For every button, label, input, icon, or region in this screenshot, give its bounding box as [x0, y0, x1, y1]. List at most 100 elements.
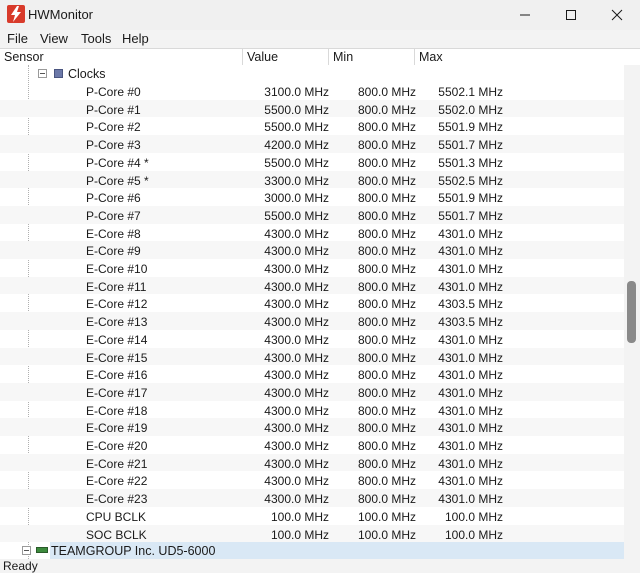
column-sensor[interactable]: Sensor	[0, 49, 243, 65]
window-title: HWMonitor	[28, 7, 94, 22]
sensor-value: 100.0 MHz	[270, 527, 329, 542]
sensor-row[interactable]: P-Core #0 3100.0 MHz 800.0 MHz 5502.1 MHz	[0, 82, 624, 100]
sensor-row[interactable]: P-Core #3 4200.0 MHz 800.0 MHz 5501.7 MHz	[0, 135, 624, 153]
maximize-button[interactable]	[548, 0, 594, 30]
sensor-min: 800.0 MHz	[357, 368, 416, 383]
sensor-row[interactable]: E-Core #21 4300.0 MHz 800.0 MHz 4301.0 MHz	[0, 453, 624, 472]
sensor-min: 800.0 MHz	[357, 120, 416, 135]
sensor-min: 800.0 MHz	[357, 421, 416, 436]
hwmonitor-lightning-icon	[7, 5, 25, 23]
device-teamgroup[interactable]: TEAMGROUP Inc. UD5-6000	[0, 542, 624, 559]
column-max[interactable]: Max	[415, 49, 640, 65]
sensor-row[interactable]: E-Core #18 4300.0 MHz 800.0 MHz 4301.0 MHz	[0, 401, 624, 419]
sensor-value: 4300.0 MHz	[264, 279, 329, 294]
sensor-name: E-Core #14	[86, 332, 148, 347]
sensor-row[interactable]: P-Core #4 * 5500.0 MHz 800.0 MHz 5501.3 MHz	[0, 153, 624, 171]
sensor-min: 800.0 MHz	[357, 155, 416, 170]
sensor-row[interactable]: E-Core #11 4300.0 MHz 800.0 MHz 4301.0 MHz	[0, 276, 624, 295]
sensor-max: 100.0 MHz	[444, 509, 503, 524]
sensor-name: P-Core #5 *	[86, 173, 149, 188]
menu-tools[interactable]: Tools	[81, 31, 111, 46]
vertical-scrollbar[interactable]	[624, 65, 640, 559]
sensor-row[interactable]: P-Core #7 5500.0 MHz 800.0 MHz 5501.7 MHz	[0, 205, 624, 224]
sensor-row[interactable]: P-Core #1 5500.0 MHz 800.0 MHz 5502.0 MHz	[0, 99, 624, 118]
sensor-value: 3000.0 MHz	[264, 191, 329, 206]
sensor-value: 4300.0 MHz	[264, 297, 329, 312]
sensor-value: 4300.0 MHz	[264, 474, 329, 489]
sensor-max: 4301.0 MHz	[438, 492, 503, 507]
sensor-name: P-Core #2	[86, 120, 141, 135]
menu-view[interactable]: View	[40, 31, 68, 46]
sensor-max: 4301.0 MHz	[438, 439, 503, 453]
sensor-max: 5502.1 MHz	[438, 85, 503, 99]
menu-help[interactable]: Help	[122, 31, 149, 46]
sensor-row[interactable]: E-Core #13 4300.0 MHz 800.0 MHz 4303.5 MHz	[0, 312, 624, 330]
sensor-value: 4300.0 MHz	[264, 332, 329, 347]
sensor-min: 800.0 MHz	[357, 474, 416, 489]
sensor-row[interactable]: E-Core #22 4300.0 MHz 800.0 MHz 4301.0 MHz	[0, 471, 624, 489]
column-value[interactable]: Value	[243, 49, 329, 65]
sensor-value: 4300.0 MHz	[264, 439, 329, 453]
sensor-row[interactable]: E-Core #16 4300.0 MHz 800.0 MHz 4301.0 MHz	[0, 365, 624, 383]
sensor-row[interactable]: E-Core #17 4300.0 MHz 800.0 MHz 4301.0 MHz	[0, 382, 624, 401]
sensor-min: 800.0 MHz	[357, 439, 416, 453]
sensor-min: 800.0 MHz	[357, 262, 416, 276]
sensor-value: 4300.0 MHz	[264, 456, 329, 471]
minimize-button[interactable]	[502, 0, 548, 30]
sensor-row[interactable]: E-Core #12 4300.0 MHz 800.0 MHz 4303.5 MHz	[0, 294, 624, 312]
sensor-name: E-Core #15	[86, 350, 148, 365]
sensor-row[interactable]: E-Core #9 4300.0 MHz 800.0 MHz 4301.0 MHz	[0, 241, 624, 259]
sensor-min: 100.0 MHz	[357, 509, 416, 524]
column-min[interactable]: Min	[329, 49, 415, 65]
sensor-row[interactable]: P-Core #5 * 3300.0 MHz 800.0 MHz 5502.5 MHz	[0, 170, 624, 189]
sensor-min: 800.0 MHz	[357, 85, 416, 99]
sensor-name: P-Core #7	[86, 208, 141, 223]
sensor-value: 4300.0 MHz	[264, 244, 329, 259]
sensor-name: E-Core #22	[86, 474, 148, 489]
sensor-max: 4301.0 MHz	[438, 385, 503, 400]
sensor-max: 4301.0 MHz	[438, 350, 503, 365]
sensor-row[interactable]: P-Core #2 5500.0 MHz 800.0 MHz 5501.9 MHz	[0, 117, 624, 135]
menu-file[interactable]: File	[7, 31, 28, 46]
sensor-row[interactable]: E-Core #15 4300.0 MHz 800.0 MHz 4301.0 MHz	[0, 347, 624, 366]
close-button[interactable]	[594, 0, 640, 30]
sensor-value: 3300.0 MHz	[264, 173, 329, 188]
sensor-min: 800.0 MHz	[357, 297, 416, 312]
collapse-toggle[interactable]	[22, 546, 31, 555]
scroll-thumb[interactable]	[627, 281, 636, 343]
sensor-value: 5500.0 MHz	[264, 208, 329, 223]
sensor-name: P-Core #3	[86, 138, 141, 153]
sensor-value: 4300.0 MHz	[264, 226, 329, 241]
collapse-toggle[interactable]	[38, 69, 47, 78]
sensor-name: E-Core #17	[86, 385, 148, 400]
sensor-min: 800.0 MHz	[357, 208, 416, 223]
sensor-row[interactable]: E-Core #19 4300.0 MHz 800.0 MHz 4301.0 MHz	[0, 418, 624, 436]
sensor-name: E-Core #16	[86, 368, 148, 383]
sensor-max: 5501.9 MHz	[438, 191, 503, 206]
sensor-name: E-Core #8	[86, 226, 141, 241]
sensor-row[interactable]: P-Core #6 3000.0 MHz 800.0 MHz 5501.9 MHz	[0, 188, 624, 206]
status-bar: Ready	[0, 559, 640, 573]
sensor-name: P-Core #1	[86, 102, 141, 117]
sensor-name: E-Core #20	[86, 439, 148, 453]
sensor-tree[interactable]: Clocks P-Core #0 3100.0 MHz 800.0 MHz 5502.…	[0, 65, 624, 559]
sensor-row[interactable]: SOC BCLK 100.0 MHz 100.0 MHz 100.0 MHz	[0, 524, 624, 543]
sensor-row[interactable]: E-Core #8 4300.0 MHz 800.0 MHz 4301.0 MHz	[0, 224, 624, 242]
sensor-name: P-Core #6	[86, 191, 141, 206]
sensor-min: 800.0 MHz	[357, 138, 416, 153]
sensor-row[interactable]: CPU BCLK 100.0 MHz 100.0 MHz 100.0 MHz	[0, 507, 624, 525]
group-clocks[interactable]: Clocks	[0, 65, 624, 82]
sensor-min: 800.0 MHz	[357, 279, 416, 294]
sensor-max: 4301.0 MHz	[438, 456, 503, 471]
sensor-row[interactable]: E-Core #14 4300.0 MHz 800.0 MHz 4301.0 MHz	[0, 330, 624, 348]
sensor-min: 100.0 MHz	[357, 527, 416, 542]
sensor-max: 4301.0 MHz	[438, 474, 503, 489]
sensor-max: 4301.0 MHz	[438, 226, 503, 241]
sensor-value: 5500.0 MHz	[264, 102, 329, 117]
sensor-value: 5500.0 MHz	[264, 155, 329, 170]
sensor-row[interactable]: E-Core #20 4300.0 MHz 800.0 MHz 4301.0 MHz	[0, 436, 624, 454]
sensor-value: 4300.0 MHz	[264, 368, 329, 383]
sensor-row[interactable]: E-Core #23 4300.0 MHz 800.0 MHz 4301.0 MHz	[0, 489, 624, 507]
sensor-max: 5501.7 MHz	[438, 208, 503, 223]
sensor-row[interactable]: E-Core #10 4300.0 MHz 800.0 MHz 4301.0 MHz	[0, 259, 624, 277]
